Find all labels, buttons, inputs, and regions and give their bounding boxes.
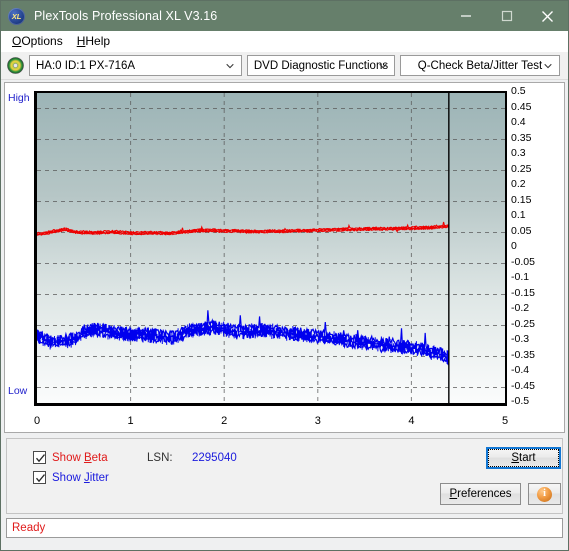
- window-controls: [445, 1, 568, 31]
- chart-low-label: Low: [8, 385, 28, 397]
- test-select-value: Q-Check Beta/Jitter Test: [417, 59, 543, 72]
- y-axis-tick: -0.3: [511, 333, 530, 345]
- y-axis-tick: 0.3: [511, 147, 526, 159]
- y-axis-tick: 0.4: [511, 116, 526, 128]
- menu-item-help[interactable]: HHelp: [72, 33, 119, 49]
- y-axis: 0.5 0.45 0.4 0.35 0.3 0.25 0.2 0.15 0.1 0.05 0 -0.0…: [511, 85, 557, 411]
- chart-traces: [37, 93, 505, 403]
- status-bar: Ready: [6, 518, 563, 538]
- show-jitter-row[interactable]: Show Jitter: [33, 471, 109, 484]
- check-icon: [36, 454, 45, 463]
- function-select-value: DVD Diagnostic Functions: [253, 59, 389, 72]
- info-icon: i: [537, 486, 552, 502]
- menu-item-options-label: Options: [21, 34, 63, 48]
- title-bar: XL PlexTools Professional XL V3.16: [1, 1, 568, 31]
- window-title: PlexTools Professional XL V3.16: [34, 9, 218, 23]
- x-axis-tick: 2: [221, 415, 228, 427]
- y-axis-tick: -0.25: [511, 317, 535, 330]
- y-axis-tick: 0.15: [511, 193, 532, 206]
- x-axis-tick: 3: [314, 415, 321, 427]
- start-button[interactable]: Start: [486, 447, 561, 469]
- chevron-down-icon: [544, 63, 552, 68]
- minimize-icon[interactable]: [445, 1, 486, 31]
- plot-area[interactable]: [34, 91, 507, 406]
- y-axis-tick: 0.05: [511, 224, 532, 237]
- x-axis: 0 1 2 3 4 5: [34, 408, 510, 430]
- start-button-label: Start: [511, 452, 536, 464]
- close-icon[interactable]: [527, 1, 568, 31]
- y-axis-tick: 0.2: [511, 178, 526, 190]
- drive-select-value: HA:0 ID:1 PX-716A: [36, 59, 136, 72]
- menu-bar: OOptions HHelp: [1, 31, 568, 52]
- y-axis-tick: 0.1: [511, 209, 526, 221]
- preferences-button[interactable]: Preferences: [440, 483, 521, 505]
- plot-canvas[interactable]: [34, 91, 507, 406]
- controls-panel: Show Beta Show Jitter LSN: 2295040 Start…: [6, 438, 563, 514]
- app-window: XL PlexTools Professional XL V3.16 OOpti…: [0, 0, 569, 551]
- info-button[interactable]: i: [528, 483, 561, 505]
- maximize-icon[interactable]: [486, 1, 527, 31]
- y-axis-tick: -0.2: [511, 302, 530, 314]
- y-axis-tick: -0.5: [511, 395, 530, 407]
- y-axis-tick: -0.15: [511, 286, 535, 299]
- start-button-focus-ring: Start: [488, 449, 559, 467]
- menu-item-options[interactable]: OOptions: [7, 33, 72, 49]
- show-jitter-checkbox[interactable]: [33, 471, 46, 484]
- y-axis-tick: 0.45: [511, 100, 532, 113]
- y-axis-tick: 0: [511, 240, 517, 252]
- x-axis-tick: 1: [127, 415, 134, 427]
- y-axis-tick: -0.45: [511, 379, 535, 392]
- status-text: Ready: [12, 522, 46, 534]
- y-axis-tick: 0.5: [511, 85, 526, 97]
- show-jitter-label: Show Jitter: [52, 471, 109, 484]
- lsn-label: LSN:: [147, 452, 173, 464]
- preferences-button-label: Preferences: [449, 488, 512, 500]
- drive-select[interactable]: HA:0 ID:1 PX-716A: [29, 55, 242, 76]
- check-icon: [36, 474, 45, 483]
- show-beta-row[interactable]: Show Beta: [33, 451, 108, 464]
- y-axis-tick: -0.05: [511, 255, 535, 268]
- x-axis-tick: 5: [501, 415, 509, 427]
- x-axis-tick: 4: [408, 415, 415, 427]
- chevron-down-icon: [379, 63, 387, 68]
- y-axis-tick: -0.1: [511, 271, 530, 283]
- test-select[interactable]: Q-Check Beta/Jitter Test: [400, 55, 560, 76]
- show-beta-label: Show Beta: [52, 451, 108, 464]
- y-axis-tick: 0.35: [511, 131, 532, 144]
- chart-high-label: High: [8, 92, 30, 104]
- chevron-down-icon: [226, 63, 234, 68]
- menu-item-help-label: Help: [85, 34, 111, 48]
- function-select[interactable]: DVD Diagnostic Functions: [247, 55, 395, 76]
- lsn-value: 2295040: [192, 452, 237, 464]
- y-axis-tick: -0.35: [511, 348, 535, 361]
- app-logo-icon: XL: [8, 7, 25, 25]
- show-beta-checkbox[interactable]: [33, 451, 46, 464]
- disc-icon: [7, 57, 24, 74]
- toolbar: HA:0 ID:1 PX-716A DVD Diagnostic Functio…: [1, 52, 568, 80]
- y-axis-tick: 0.25: [511, 162, 532, 175]
- x-axis-tick: 0: [33, 415, 41, 427]
- chart-panel: High Low 0.5 0.45 0.4 0.35 0.3 0.25 0.2 0.15 0.1…: [4, 82, 565, 433]
- y-axis-tick: -0.4: [511, 364, 530, 376]
